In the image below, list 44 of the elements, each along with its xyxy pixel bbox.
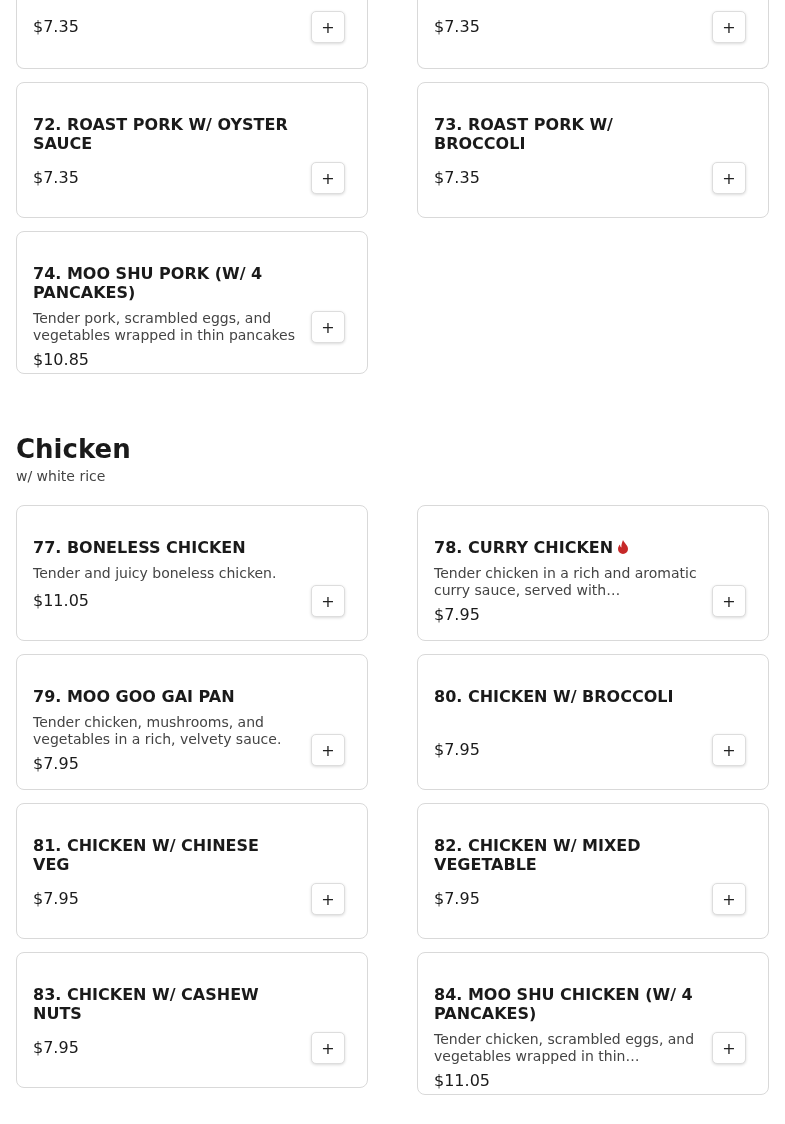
item-price: $11.05 (434, 1070, 491, 1090)
item-description: Tender chicken, mushrooms, and vegetables in a rich, velvety sauce. (33, 714, 283, 748)
item-price: $7.35 (33, 17, 80, 36)
item-name: 81. CHICKEN W/ CHINESE VEG (33, 836, 260, 874)
add-button[interactable]: + (712, 883, 746, 915)
item-price: $10.85 (33, 349, 90, 369)
add-button[interactable]: + (712, 585, 746, 617)
add-button[interactable]: + (311, 1032, 345, 1064)
item-description: Tender chicken in a rich and aromatic curry sauce, served with… (434, 565, 698, 599)
item-price: $7.35 (33, 167, 80, 187)
section-subtitle: w/ white rice (16, 468, 107, 485)
item-description: Tender pork, scrambled eggs, and vegetables wrapped in thin pancakes (33, 310, 297, 344)
item-description: Tender and juicy boneless chicken. (33, 565, 278, 582)
item-price: $11.05 (33, 590, 90, 610)
add-button[interactable]: + (712, 162, 746, 194)
item-price: $7.35 (434, 17, 481, 36)
item-name: 80. CHICKEN W/ BROCCOLI (434, 687, 675, 706)
item-price: $7.95 (33, 1037, 80, 1057)
item-description: Tender chicken, scrambled eggs, and vegetables wrapped in thin… (434, 1031, 696, 1065)
item-name: 73. ROAST PORK W/ BROCCOLI (434, 115, 614, 153)
add-button[interactable]: + (311, 311, 345, 343)
item-price: $7.95 (33, 888, 80, 908)
item-name: 79. MOO GOO GAI PAN (33, 687, 236, 706)
add-button[interactable]: + (712, 734, 746, 766)
add-button[interactable]: + (311, 883, 345, 915)
item-price: $7.95 (434, 739, 481, 759)
item-price: $7.95 (434, 888, 481, 908)
item-name: 72. ROAST PORK W/ OYSTER SAUCE (33, 115, 289, 153)
add-button[interactable]: + (311, 11, 345, 43)
add-button[interactable]: + (311, 162, 345, 194)
item-name: 83. CHICKEN W/ CASHEW NUTS (33, 985, 260, 1023)
add-button[interactable]: + (311, 734, 345, 766)
item-name: 74. MOO SHU PORK (W/ 4 PANCAKES) (33, 264, 264, 302)
section-title: Chicken (16, 434, 132, 464)
item-name: 77. BONELESS CHICKEN (33, 538, 247, 557)
item-price: $7.95 (33, 753, 80, 773)
item-name: 82. CHICKEN W/ MIXED VEGETABLE (434, 836, 642, 874)
item-name: 78. CURRY CHICKEN (434, 538, 698, 557)
add-button[interactable]: + (712, 1032, 746, 1064)
add-button[interactable]: + (712, 11, 746, 43)
item-name: 84. MOO SHU CHICKEN (W/ 4 PANCAKES) (434, 985, 694, 1023)
item-price: $7.35 (434, 167, 481, 187)
item-price: $7.95 (434, 604, 481, 624)
add-button[interactable]: + (311, 585, 345, 617)
